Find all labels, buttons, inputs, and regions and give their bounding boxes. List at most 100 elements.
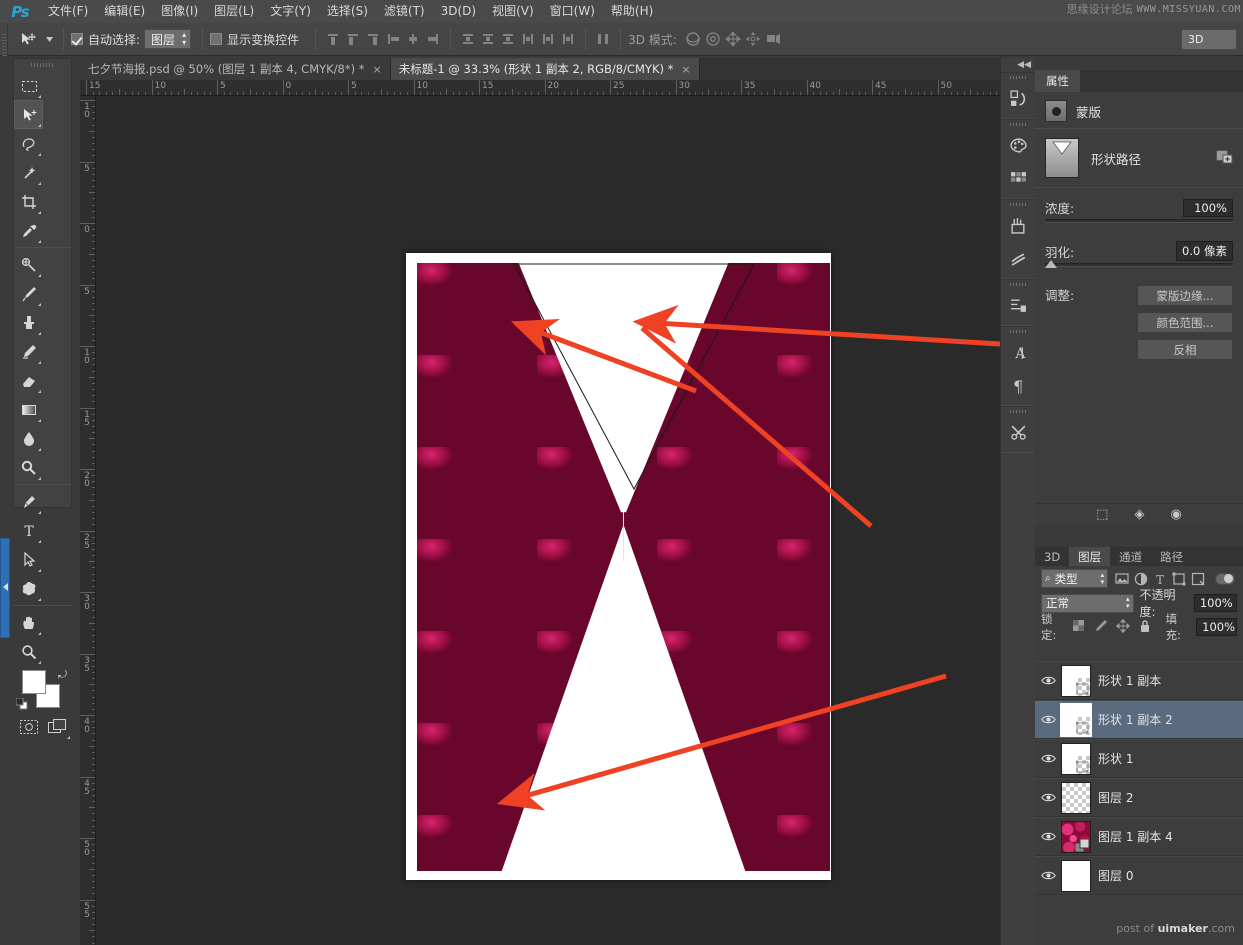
feather-slider-thumb[interactable] — [1045, 260, 1057, 268]
filter-toggle-switch[interactable] — [1215, 573, 1235, 585]
pan-3d-icon[interactable] — [723, 29, 743, 49]
layer-row[interactable]: 图层 0 — [1035, 856, 1243, 895]
feather-value[interactable]: 0.0 像素 — [1176, 241, 1233, 261]
brush-presets-icon[interactable] — [1001, 209, 1035, 242]
layer-row[interactable]: 形状 1 副本 — [1035, 661, 1243, 700]
distribute-horizontal-1-icon[interactable] — [538, 29, 558, 49]
apply-mask-icon[interactable]: ◈ — [1134, 507, 1144, 522]
horizontal-ruler[interactable]: 1510505101520253035404550 — [80, 80, 1000, 96]
spot-healing-tool-icon[interactable] — [14, 250, 43, 279]
swatches-icon[interactable] — [1001, 162, 1035, 195]
density-slider[interactable] — [1045, 219, 1233, 223]
layer-row[interactable]: 图层 2 — [1035, 778, 1243, 817]
collapsed-panel-handle[interactable] — [0, 538, 10, 638]
marquee-tool-icon[interactable] — [14, 71, 43, 100]
rotate-3d-icon[interactable] — [683, 29, 703, 49]
filter-pixel-icon[interactable] — [1112, 569, 1131, 588]
layer-visibility-eye-icon[interactable] — [1035, 661, 1061, 700]
tab-properties[interactable]: 属性 — [1035, 70, 1080, 92]
crop-tool-icon[interactable] — [14, 187, 43, 216]
layer-filter-select[interactable]: ⌕ 类型 ▴▾ — [1041, 569, 1108, 588]
invert-button[interactable]: 反相 — [1137, 339, 1233, 360]
layer-list[interactable]: 形状 1 副本形状 1 副本 2形状 1图层 2图层 1 副本 4图层 0 — [1035, 661, 1243, 923]
distribute-horizontal-2-icon[interactable] — [558, 29, 578, 49]
tab-通道[interactable]: 通道 — [1110, 547, 1151, 566]
canvas-viewport[interactable] — [96, 96, 1000, 945]
distribute-vertical-1-icon[interactable] — [478, 29, 498, 49]
dodge-tool-icon[interactable] — [14, 453, 43, 482]
menu-item-1[interactable]: 编辑(E) — [96, 0, 153, 23]
lock-position-icon[interactable] — [1116, 619, 1130, 636]
add-mask-icon[interactable] — [1216, 149, 1233, 167]
eraser-tool-icon[interactable] — [14, 366, 43, 395]
blur-tool-icon[interactable] — [14, 424, 43, 453]
path-selection-tool-icon[interactable] — [14, 545, 43, 574]
menu-item-7[interactable]: 3D(D) — [433, 0, 484, 23]
layer-thumbnail[interactable] — [1061, 704, 1091, 736]
tab-路径[interactable]: 路径 — [1151, 547, 1192, 566]
move-tool-icon[interactable] — [14, 100, 43, 129]
auto-select-checkbox[interactable] — [71, 33, 83, 45]
align-horizontal-0-icon[interactable] — [383, 29, 403, 49]
tab-3D[interactable]: 3D — [1035, 547, 1069, 566]
history-icon[interactable] — [1001, 82, 1035, 115]
menu-item-8[interactable]: 视图(V) — [484, 0, 542, 23]
eyedropper-tool-icon[interactable] — [14, 216, 43, 245]
quick-mask-icon[interactable] — [14, 712, 43, 741]
default-colors-icon[interactable] — [16, 698, 28, 710]
dock-group-grip[interactable] — [1001, 200, 1035, 209]
distribute-vertical-2-icon[interactable] — [498, 29, 518, 49]
menu-item-9[interactable]: 窗口(W) — [542, 0, 603, 23]
align-vertical-0-icon[interactable] — [323, 29, 343, 49]
history-brush-tool-icon[interactable] — [14, 337, 43, 366]
layer-thumbnail[interactable] — [1061, 665, 1091, 697]
layer-thumbnail[interactable] — [1061, 743, 1091, 775]
menu-item-5[interactable]: 选择(S) — [319, 0, 376, 23]
tool-presets-icon[interactable] — [1001, 416, 1035, 449]
slide-3d-icon[interactable] — [743, 29, 763, 49]
paragraph-icon[interactable]: ¶ — [1001, 369, 1035, 402]
document-tab-0[interactable]: 七夕节海报.psd @ 50% (图层 1 副本 4, CMYK/8*) *× — [80, 58, 391, 80]
type-tool-icon[interactable]: T — [14, 516, 43, 545]
lock-all-icon[interactable] — [1138, 619, 1152, 636]
collapse-dock-icon[interactable]: ◀◀ — [1001, 58, 1035, 72]
align-vertical-2-icon[interactable] — [363, 29, 383, 49]
menu-item-4[interactable]: 文字(Y) — [262, 0, 319, 23]
custom-shape-tool-icon[interactable] — [14, 574, 43, 603]
dock-group-grip[interactable] — [1001, 73, 1035, 82]
pen-tool-icon[interactable] — [14, 487, 43, 516]
opacity-value[interactable]: 100% — [1194, 594, 1237, 612]
artboard[interactable] — [406, 253, 831, 880]
toolbox-grip[interactable] — [14, 59, 71, 71]
align-horizontal-2-icon[interactable] — [423, 29, 443, 49]
layer-thumbnail[interactable] — [1061, 860, 1091, 892]
brush-tool-icon[interactable] — [14, 279, 43, 308]
dock-group-grip[interactable] — [1001, 407, 1035, 416]
hand-tool-icon[interactable] — [14, 608, 43, 637]
workspace-3d-button[interactable]: 3D — [1181, 29, 1237, 50]
color-range-button[interactable]: 颜色范围... — [1137, 312, 1233, 333]
menu-item-10[interactable]: 帮助(H) — [603, 0, 661, 23]
brush-icon[interactable] — [1001, 242, 1035, 275]
toggle-mask-icon[interactable]: ◉ — [1170, 507, 1181, 522]
zoom-tool-icon[interactable] — [14, 637, 43, 666]
menu-item-6[interactable]: 滤镜(T) — [376, 0, 433, 23]
menu-item-3[interactable]: 图层(L) — [206, 0, 262, 23]
vertical-ruler[interactable]: 1050510152025303540455055 — [80, 96, 96, 945]
dock-group-grip[interactable] — [1001, 280, 1035, 289]
blend-mode-select[interactable]: 正常 ▴▾ — [1041, 594, 1134, 613]
menu-item-0[interactable]: 文件(F) — [40, 0, 96, 23]
shape-path-thumbnail-icon[interactable] — [1045, 138, 1079, 178]
menu-item-2[interactable]: 图像(I) — [153, 0, 206, 23]
layer-row[interactable]: 形状 1 — [1035, 739, 1243, 778]
feather-slider[interactable] — [1045, 263, 1233, 267]
density-value[interactable]: 100% — [1183, 199, 1233, 217]
align-vertical-1-icon[interactable] — [343, 29, 363, 49]
clone-stamp-tool-icon[interactable] — [14, 308, 43, 337]
layer-visibility-eye-icon[interactable] — [1035, 700, 1061, 739]
mask-edge-button[interactable]: 蒙版边缘... — [1137, 285, 1233, 306]
layer-visibility-eye-icon[interactable] — [1035, 856, 1061, 895]
layer-thumbnail[interactable] — [1061, 821, 1091, 853]
foreground-color-swatch[interactable] — [22, 670, 46, 694]
document-tab-1[interactable]: 未标题-1 @ 33.3% (形状 1 副本 2, RGB/8/CMYK) *× — [391, 58, 700, 80]
